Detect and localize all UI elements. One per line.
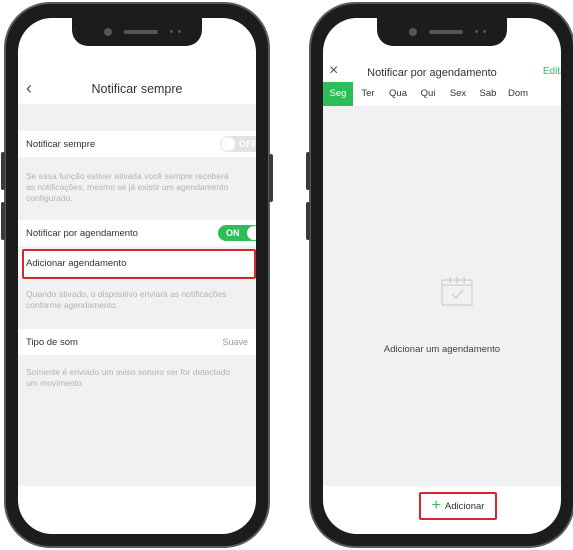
power-button xyxy=(269,154,273,202)
description-line: configurado. xyxy=(26,193,73,203)
toggle-knob xyxy=(247,226,256,240)
phone-frame-left: ‹ Notificar sempre Notificar sempre OFF … xyxy=(1,2,273,548)
notify-always-toggle[interactable]: OFF xyxy=(220,136,256,152)
add-schedule-button[interactable]: + Adicionar xyxy=(419,492,497,520)
sensor-dot xyxy=(475,30,478,33)
phone-frame-right: × Notificar por agendamento Editar Seg T… xyxy=(306,2,573,548)
back-icon[interactable]: ‹ xyxy=(26,78,32,99)
day-tab-qui[interactable]: Qui xyxy=(413,82,443,106)
side-button xyxy=(306,202,310,240)
toggle-state: OFF xyxy=(239,139,256,149)
day-tab-qua[interactable]: Qua xyxy=(383,82,413,106)
nav-bar: ‹ Notificar sempre xyxy=(18,74,256,104)
highlight-box xyxy=(22,249,256,279)
notify-schedule-row[interactable]: Notificar por agendamento ON xyxy=(18,220,256,246)
description-line: conforme agendamento. xyxy=(26,300,119,310)
page-title: Notificar sempre xyxy=(91,82,183,96)
notify-always-row[interactable]: Notificar sempre OFF xyxy=(18,131,256,157)
day-tab-sex[interactable]: Sex xyxy=(443,82,473,106)
description-line: Quando ativado, o dispositivo enviará as… xyxy=(26,289,227,299)
sound-description: Somente é enviado um aviso sonoro ser fo… xyxy=(26,367,256,389)
empty-state-text: Adicionar um agendamento xyxy=(383,344,501,355)
notify-schedule-label: Notificar por agendamento xyxy=(26,227,138,239)
schedule-description: Quando ativado, o dispositivo enviará as… xyxy=(26,289,256,311)
sensor-dot xyxy=(170,30,173,33)
sound-type-row[interactable]: Tipo de som Suave xyxy=(18,329,256,355)
side-button xyxy=(1,202,5,240)
close-icon[interactable]: × xyxy=(329,62,338,80)
speaker-grille xyxy=(124,30,158,34)
weekday-tabs: Seg Ter Qua Qui Sex Sab Dom xyxy=(323,82,561,106)
camera-icon xyxy=(409,28,417,36)
sound-type-label: Tipo de som xyxy=(26,336,78,348)
description-line: um movimento. xyxy=(26,378,85,388)
notch xyxy=(72,18,202,46)
sensor-dot xyxy=(483,30,486,33)
description-line: Somente é enviado um aviso sonoro ser fo… xyxy=(26,367,231,377)
camera-icon xyxy=(104,28,112,36)
screen-notify-always: ‹ Notificar sempre Notificar sempre OFF … xyxy=(18,18,256,534)
speaker-grille xyxy=(429,30,463,34)
nav-bar: × Notificar por agendamento Editar xyxy=(323,62,561,84)
day-tab-dom[interactable]: Dom xyxy=(503,82,533,106)
notify-schedule-toggle[interactable]: ON xyxy=(218,225,256,241)
toggle-state: ON xyxy=(226,228,240,238)
day-tab-sab[interactable]: Sab xyxy=(473,82,503,106)
calendar-icon xyxy=(441,277,473,306)
plus-icon: + xyxy=(431,497,441,514)
sound-type-value: Suave xyxy=(222,337,248,347)
side-button xyxy=(1,152,5,190)
notify-always-label: Notificar sempre xyxy=(26,138,96,150)
page-title: Notificar por agendamento xyxy=(367,67,497,79)
day-tab-seg[interactable]: Seg xyxy=(323,82,353,106)
notch xyxy=(377,18,507,46)
toggle-knob xyxy=(221,137,235,151)
edit-button[interactable]: Editar xyxy=(543,66,561,77)
day-tab-ter[interactable]: Ter xyxy=(353,82,383,106)
description-line: Se essa função estiver ativada você semp… xyxy=(26,171,229,181)
notify-always-description: Se essa função estiver ativada você semp… xyxy=(26,171,256,204)
side-button xyxy=(306,152,310,190)
description-line: as notificações, mesmo se já existir um … xyxy=(26,182,229,192)
sensor-dot xyxy=(178,30,181,33)
screen-notify-schedule: × Notificar por agendamento Editar Seg T… xyxy=(323,18,561,534)
add-button-label: Adicionar xyxy=(444,500,485,512)
